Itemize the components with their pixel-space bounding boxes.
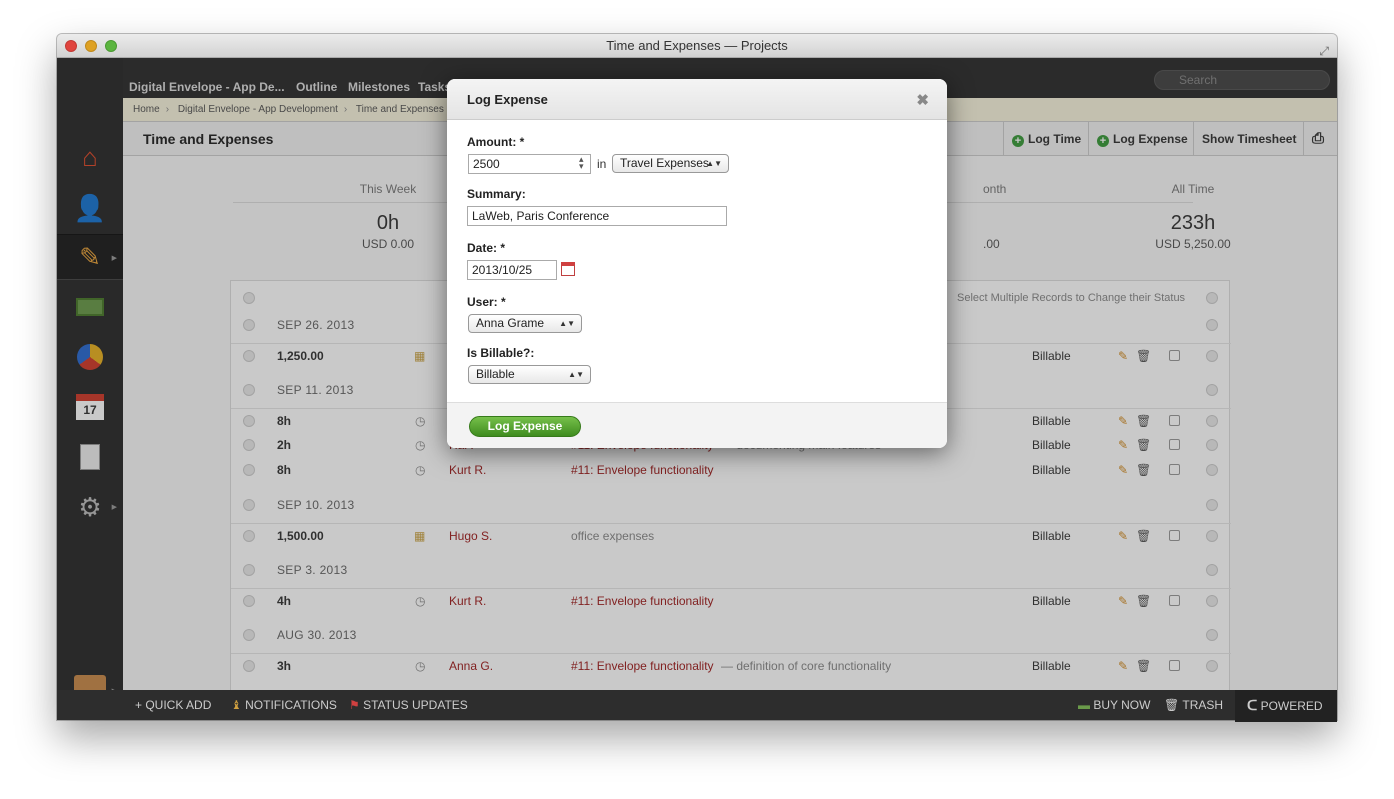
dialog-title: Log Expense bbox=[467, 92, 548, 107]
category-select[interactable]: Travel Expenses ▲▼ bbox=[612, 154, 729, 173]
bottom-bar: + QUICK ADD ♝ NOTIFICATIONS ⚑ STATUS UPD… bbox=[57, 690, 1337, 722]
bell-icon: ♝ bbox=[231, 698, 242, 712]
log-expense-submit-button[interactable]: Log Expense bbox=[469, 416, 581, 437]
stepper-arrows-icon[interactable]: ▴ ▾ bbox=[579, 155, 584, 171]
summary-field[interactable]: LaWeb, Paris Conference bbox=[467, 206, 727, 226]
billable-select[interactable]: Billable ▲▼ bbox=[468, 365, 591, 384]
amount-field[interactable]: 2500 bbox=[468, 154, 591, 174]
dialog-header: Log Expense ✖ bbox=[447, 79, 947, 120]
buy-now-button[interactable]: ▬ BUY NOW bbox=[1078, 690, 1150, 721]
dialog-footer: Log Expense bbox=[447, 402, 947, 448]
activecollab-logo-icon: ᑕ bbox=[1247, 697, 1258, 713]
calendar-icon[interactable] bbox=[561, 262, 575, 276]
log-expense-dialog: Log Expense ✖ Amount: * 2500 ▴ ▾ in Trave… bbox=[447, 79, 947, 448]
status-updates-button[interactable]: ⚑ STATUS UPDATES bbox=[349, 690, 468, 721]
in-label: in bbox=[597, 157, 607, 171]
quick-add-button[interactable]: + QUICK ADD bbox=[135, 690, 211, 721]
notifications-button[interactable]: ♝ NOTIFICATIONS bbox=[231, 690, 337, 721]
user-select[interactable]: Anna Grame ▲▼ bbox=[468, 314, 582, 333]
window-title: Time and Expenses — Projects bbox=[606, 38, 788, 53]
trash-icon: 🗑 bbox=[1164, 698, 1180, 712]
title-bar: Time and Expenses — Projects ⤢ bbox=[57, 34, 1337, 58]
money-icon: ▬ bbox=[1078, 698, 1090, 712]
billable-label: Is Billable?: bbox=[467, 346, 535, 360]
summary-label: Summary: bbox=[467, 187, 526, 201]
user-label: User: * bbox=[467, 295, 506, 309]
date-label: Date: * bbox=[467, 241, 506, 255]
trash-button[interactable]: 🗑 TRASH bbox=[1164, 690, 1223, 721]
minimize-window-button[interactable] bbox=[85, 40, 97, 52]
flag-icon: ⚑ bbox=[349, 698, 360, 712]
powered-badge[interactable]: ᑕ POWERED bbox=[1235, 690, 1337, 722]
close-icon[interactable]: ✖ bbox=[916, 91, 929, 109]
zoom-window-button[interactable] bbox=[105, 40, 117, 52]
date-field[interactable]: 2013/10/25 bbox=[467, 260, 557, 280]
amount-label: Amount: * bbox=[467, 135, 525, 149]
close-window-button[interactable] bbox=[65, 40, 77, 52]
